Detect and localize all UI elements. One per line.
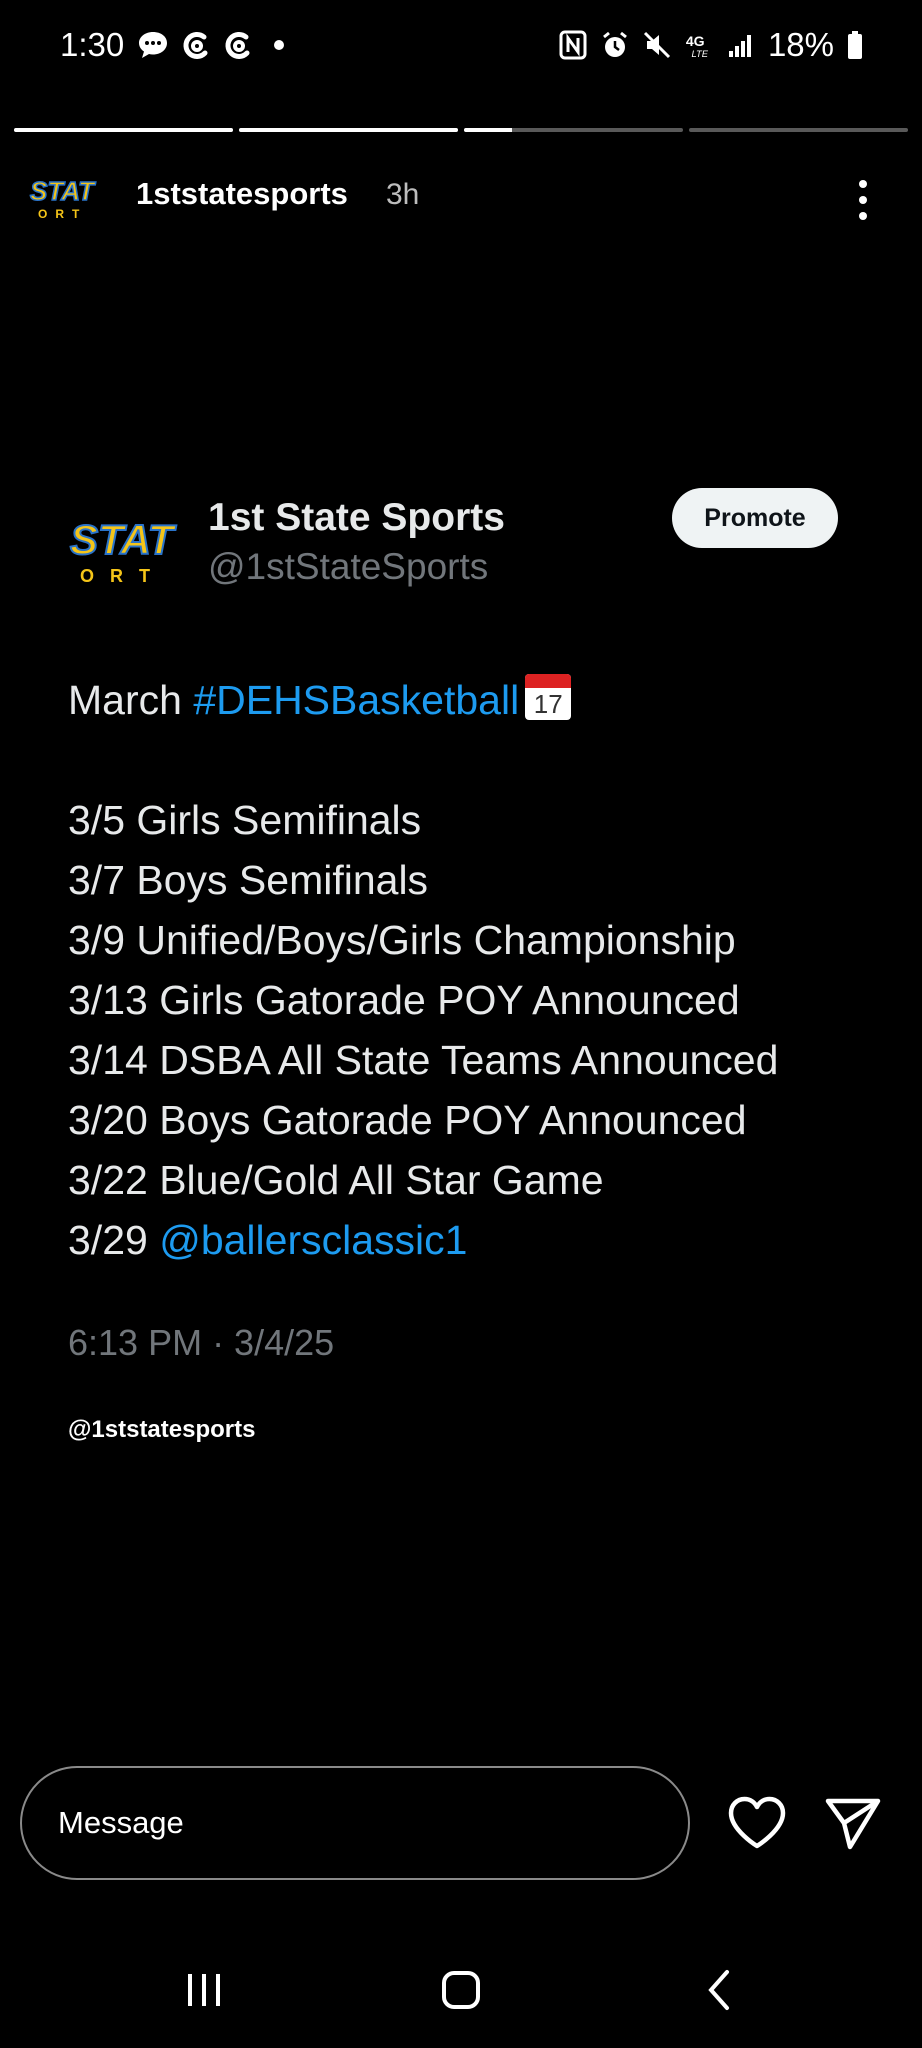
status-time: 1:30 <box>60 26 125 63</box>
alarm-icon <box>600 28 630 62</box>
hashtag-link[interactable]: #DEHSBasketball <box>193 677 519 723</box>
send-icon[interactable] <box>820 1790 886 1856</box>
progress-segment <box>464 128 683 132</box>
schedule-line: 3/14 DSBA All State Teams Announced <box>68 1037 779 1083</box>
status-bar: 1:30 4G LTE 18% <box>0 0 922 90</box>
chat-bubble-icon <box>136 28 170 62</box>
system-icons: 4G LTE 18% <box>558 26 864 64</box>
more-options-icon[interactable] <box>848 170 878 230</box>
battery-percent: 18% <box>767 26 834 63</box>
progress-segment <box>689 128 908 132</box>
tweet-timestamp: 6:13 PM · 3/4/25 <box>68 1322 335 1363</box>
schedule-line-prefix: 3/29 <box>68 1217 160 1263</box>
threads-icon <box>220 28 254 62</box>
tweet-intro-line: March #DEHSBasketball JUL 17 <box>68 670 888 730</box>
schedule-line: 3/5 Girls Semifinals <box>68 797 422 843</box>
schedule-line: 3/22 Blue/Gold All Star Game <box>68 1157 604 1203</box>
svg-text:LTE: LTE <box>691 49 708 59</box>
dot-icon <box>262 28 296 62</box>
promote-button[interactable]: Promote <box>672 488 838 548</box>
tweet-avatar: STAT ORT <box>66 510 194 590</box>
mute-icon <box>642 28 672 62</box>
story-header: STAT ORT 1ststatesports 3h <box>0 160 922 240</box>
tweet-display-name: 1st State Sports <box>208 496 505 539</box>
progress-segment <box>14 128 233 132</box>
threads-icon <box>178 28 212 62</box>
story-mention-sticker[interactable]: @1ststatesports <box>68 1416 255 1444</box>
heart-icon[interactable] <box>724 1790 790 1856</box>
calendar-emoji-icon: JUL 17 <box>525 674 572 720</box>
svg-text:STAT: STAT <box>70 516 177 563</box>
mention-link[interactable]: @ballersclassic1 <box>159 1217 467 1263</box>
story-username[interactable]: 1ststatesports <box>136 176 348 212</box>
progress-segment <box>239 128 458 132</box>
schedule-line: 3/9 Unified/Boys/Girls Championship <box>68 917 736 963</box>
svg-text:ORT: ORT <box>80 566 166 586</box>
system-nav-bar <box>0 1940 922 2048</box>
schedule-line: 3/7 Boys Semifinals <box>68 857 429 903</box>
back-icon[interactable] <box>680 1960 760 2020</box>
svg-text:4G: 4G <box>686 33 705 49</box>
home-icon[interactable] <box>421 1960 501 2020</box>
battery-icon <box>846 28 864 62</box>
profile-avatar[interactable]: STAT ORT <box>28 174 108 224</box>
story-progress <box>14 128 908 132</box>
schedule-line: 3/20 Boys Gatorade POY Announced <box>68 1097 747 1143</box>
recent-apps-icon[interactable] <box>164 1960 244 2020</box>
svg-text:STAT: STAT <box>30 176 96 206</box>
signal-icon <box>726 28 756 62</box>
schedule-line: 3/13 Girls Gatorade POY Announced <box>68 977 740 1023</box>
message-input[interactable] <box>20 1766 690 1880</box>
svg-text:ORT: ORT <box>38 207 87 221</box>
tweet-intro-text: March <box>68 677 194 723</box>
notification-icons <box>136 28 296 62</box>
schedule-line: 3/29 @ballersclassic1 <box>68 1210 888 1270</box>
nfc-icon <box>558 28 588 62</box>
story-time-ago: 3h <box>386 178 420 211</box>
4g-lte-icon: 4G LTE <box>684 28 714 62</box>
tweet-body: March #DEHSBasketball JUL 17 3/5 Girls Sem… <box>68 670 888 1270</box>
tweet-handle: @1stStateSports <box>208 546 489 587</box>
